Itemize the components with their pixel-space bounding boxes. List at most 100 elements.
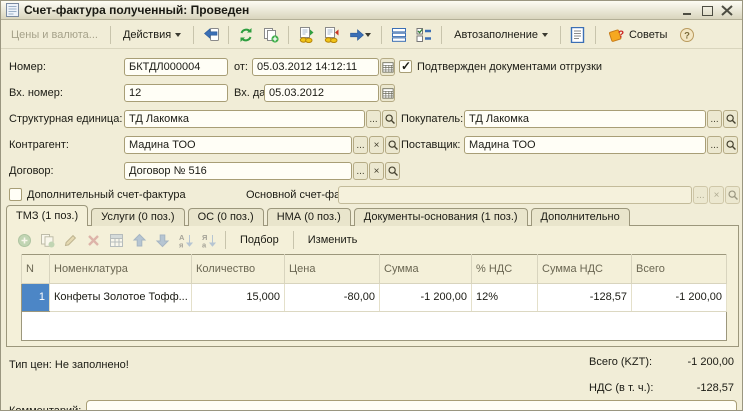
autofill-button[interactable]: Автозаполнение: [448, 26, 554, 44]
copy-add-button[interactable]: [260, 24, 282, 46]
copy-icon: [40, 233, 55, 248]
move-down-button[interactable]: [153, 231, 172, 250]
change-button[interactable]: Изменить: [301, 232, 365, 248]
col-vat-amount[interactable]: Сумма НДС: [538, 255, 632, 284]
cell-row-number[interactable]: 1: [22, 283, 50, 312]
col-quantity[interactable]: Количество: [192, 255, 285, 284]
marks-button[interactable]: [413, 24, 435, 46]
title-bar: Счет-фактура полученный: Проведен: [1, 1, 742, 20]
tips-button[interactable]: ? Советы: [602, 24, 673, 46]
calendar-icon: [382, 87, 394, 99]
maximize-icon[interactable]: [701, 5, 714, 16]
toolbar-separator: [560, 26, 561, 44]
confirmed-checkbox[interactable]: [399, 60, 412, 73]
post-movements-button[interactable]: [295, 24, 317, 46]
buyer-field[interactable]: ТД Лакомка: [464, 110, 706, 128]
confirmed-label: Подтвержден документами отгрузки: [417, 61, 602, 73]
col-vat-percent[interactable]: % НДС: [472, 255, 538, 284]
magnifier-icon: [727, 189, 739, 201]
structural-unit-open-button[interactable]: [382, 110, 397, 128]
col-amount[interactable]: Сумма: [380, 255, 472, 284]
structural-unit-select-button[interactable]: ...: [366, 110, 381, 128]
tab-tmz[interactable]: ТМЗ (1 поз.): [6, 205, 88, 226]
save-button[interactable]: [200, 24, 222, 46]
main-invoice-clear-button: ×: [709, 186, 724, 204]
window-title: Счет-фактура полученный: Проведен: [24, 3, 249, 17]
dropdown-caret-icon: [365, 33, 371, 40]
magnifier-icon: [384, 113, 396, 125]
total-value: -1 200,00: [688, 356, 734, 368]
delete-row-button[interactable]: [84, 231, 103, 250]
magnifier-icon: [387, 139, 399, 151]
copy-add-icon: [263, 27, 279, 43]
incoming-number-field[interactable]: 12: [124, 84, 228, 102]
tab-services[interactable]: Услуги (0 поз.): [91, 208, 184, 226]
supplier-field[interactable]: Мадина ТОО: [464, 136, 706, 154]
toolbar-separator: [110, 26, 111, 44]
magnifier-icon: [725, 113, 737, 125]
supplier-open-button[interactable]: [723, 136, 738, 154]
col-nomenclature[interactable]: Номенклатура: [50, 255, 192, 284]
buyer-open-button[interactable]: [723, 110, 738, 128]
vat-label: НДС (в т. ч.):: [589, 382, 653, 394]
add-row-button[interactable]: [15, 231, 34, 250]
row-grid-button[interactable]: [107, 231, 126, 250]
edit-row-button[interactable]: [61, 231, 80, 250]
contract-select-button[interactable]: ...: [353, 162, 368, 180]
minimize-icon[interactable]: [681, 5, 694, 16]
structure-icon: [391, 27, 407, 43]
unpost-movements-button[interactable]: [320, 24, 342, 46]
tab-additional[interactable]: Дополнительно: [531, 208, 630, 226]
cell-price[interactable]: -80,00: [285, 283, 380, 312]
contract-open-button[interactable]: [385, 162, 400, 180]
close-icon[interactable]: [721, 5, 734, 16]
structural-unit-field[interactable]: ТД Лакомка: [124, 110, 365, 128]
tips-icon: ?: [608, 27, 625, 43]
sort-asc-button[interactable]: А я: [176, 231, 195, 250]
date-field[interactable]: 05.03.2012 14:12:11: [252, 58, 379, 76]
buyer-select-button[interactable]: ...: [707, 110, 722, 128]
date-calendar-button[interactable]: [380, 58, 395, 76]
cell-quantity[interactable]: 15,000: [192, 283, 285, 312]
move-up-icon: [132, 233, 147, 248]
counterparty-open-button[interactable]: [385, 136, 400, 154]
table-empty-space: [22, 312, 727, 341]
tab-nma[interactable]: НМА (0 поз.): [267, 208, 351, 226]
counterparty-clear-button[interactable]: ×: [369, 136, 384, 154]
counterparty-field[interactable]: Мадина ТОО: [124, 136, 352, 154]
counterparty-select-button[interactable]: ...: [353, 136, 368, 154]
number-field[interactable]: БКТДЛ000004: [124, 58, 228, 76]
cell-total[interactable]: -1 200,00: [632, 283, 727, 312]
incoming-date-calendar-button[interactable]: [380, 84, 395, 102]
col-total[interactable]: Всего: [632, 255, 727, 284]
incoming-date-field[interactable]: 05.03.2012: [264, 84, 379, 102]
cell-vat-percent[interactable]: 12%: [472, 283, 538, 312]
comment-field[interactable]: [86, 400, 737, 411]
structure-button[interactable]: [388, 24, 410, 46]
move-up-button[interactable]: [130, 231, 149, 250]
col-n[interactable]: N: [22, 255, 50, 284]
go-to-button[interactable]: [345, 24, 375, 46]
contract-clear-button[interactable]: ×: [369, 162, 384, 180]
pick-button[interactable]: Подбор: [233, 232, 286, 248]
tab-os[interactable]: ОС (0 поз.): [188, 208, 264, 226]
supplier-select-button[interactable]: ...: [707, 136, 722, 154]
report-button[interactable]: [567, 24, 589, 46]
repost-button[interactable]: [235, 24, 257, 46]
cell-vat-amount[interactable]: -128,57: [538, 283, 632, 312]
cell-nomenclature[interactable]: Конфеты Золотое Тофф...: [50, 283, 192, 312]
cell-amount[interactable]: -1 200,00: [380, 283, 472, 312]
tmz-tab-panel: А я Я а Подбор Изменить: [6, 225, 739, 347]
help-button[interactable]: ?: [676, 24, 698, 46]
toolbar-separator: [595, 26, 596, 44]
save-icon: [203, 27, 220, 43]
col-price[interactable]: Цена: [285, 255, 380, 284]
actions-button[interactable]: Действия: [117, 26, 187, 44]
report-icon: [570, 27, 585, 43]
additional-invoice-checkbox[interactable]: [9, 188, 22, 201]
items-table[interactable]: N Номенклатура Количество Цена Сумма % Н…: [21, 254, 727, 341]
copy-row-button[interactable]: [38, 231, 57, 250]
tab-base-documents[interactable]: Документы-основания (1 поз.): [354, 208, 528, 226]
sort-desc-button[interactable]: Я а: [199, 231, 218, 250]
contract-field[interactable]: Договор № 516: [124, 162, 352, 180]
